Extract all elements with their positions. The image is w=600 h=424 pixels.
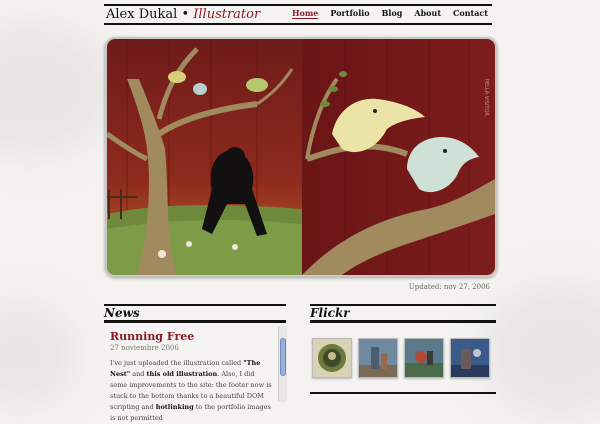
flickr-rule-base (310, 392, 496, 394)
flickr-thumbnail[interactable] (404, 338, 444, 378)
site-header: Alex Dukal • Illustrator Home Portfolio … (104, 0, 492, 26)
thumbnail-image (313, 339, 351, 377)
flickr-thumbnails (312, 338, 490, 378)
news-header: News (104, 302, 286, 323)
news-rule-bottom (104, 320, 286, 323)
flickr-thumbnail[interactable] (358, 338, 398, 378)
news-post: Running Free 27 noviembre 2006 I've just… (110, 330, 272, 424)
brand-role: Illustrator (193, 7, 261, 22)
flickr-section: Flickr (310, 302, 496, 400)
brand-separator: • (181, 7, 190, 22)
nav-blog[interactable]: Blog (382, 8, 403, 19)
post-excerpt: I've just uploaded the illustration call… (110, 358, 272, 424)
thumbnail-image (451, 339, 489, 377)
thumbnail-image (405, 339, 443, 377)
spine-text: PELLA VISITOR (483, 79, 489, 116)
nav-portfolio[interactable]: Portfolio (330, 8, 369, 19)
header-rule-bottom (104, 23, 492, 25)
flickr-heading: Flickr (310, 306, 350, 320)
updated-date: Updated: nov 27, 2006 (408, 283, 490, 291)
page-container: Alex Dukal • Illustrator Home Portfolio … (104, 0, 497, 422)
illustration-artwork: PELLA VISITOR (107, 39, 495, 275)
news-scrollbar[interactable] (278, 326, 287, 402)
featured-illustration[interactable]: PELLA VISITOR (105, 37, 497, 277)
nav-home[interactable]: Home (291, 8, 319, 19)
post-date: 27 noviembre 2006 (110, 344, 179, 352)
post-link-hotlinking[interactable]: hotlinking (156, 403, 194, 411)
brand-name: Alex Dukal (106, 7, 178, 22)
scrollbar-thumb[interactable] (280, 338, 286, 376)
news-heading: News (104, 306, 140, 320)
nav-contact[interactable]: Contact (453, 8, 488, 19)
background-texture (0, 300, 80, 410)
background-texture (0, 20, 120, 160)
flickr-thumbnail[interactable] (312, 338, 352, 378)
main-nav: Home Portfolio Blog About Contact (291, 8, 488, 19)
nav-about[interactable]: About (414, 8, 441, 19)
flickr-header: Flickr (310, 302, 496, 323)
post-title[interactable]: Running Free (110, 330, 272, 343)
thumbnail-image (359, 339, 397, 377)
site-logo[interactable]: Alex Dukal • Illustrator (106, 6, 260, 23)
news-section: News Running Free 27 noviembre 2006 I've… (104, 302, 287, 422)
flickr-thumbnail[interactable] (450, 338, 490, 378)
background-texture (480, 280, 600, 420)
post-link-old-illustration[interactable]: this old illustration (147, 370, 218, 378)
post-text: I've just uploaded the illustration call… (110, 359, 244, 367)
flickr-rule-bottom (310, 320, 496, 323)
post-text: and (130, 370, 147, 378)
